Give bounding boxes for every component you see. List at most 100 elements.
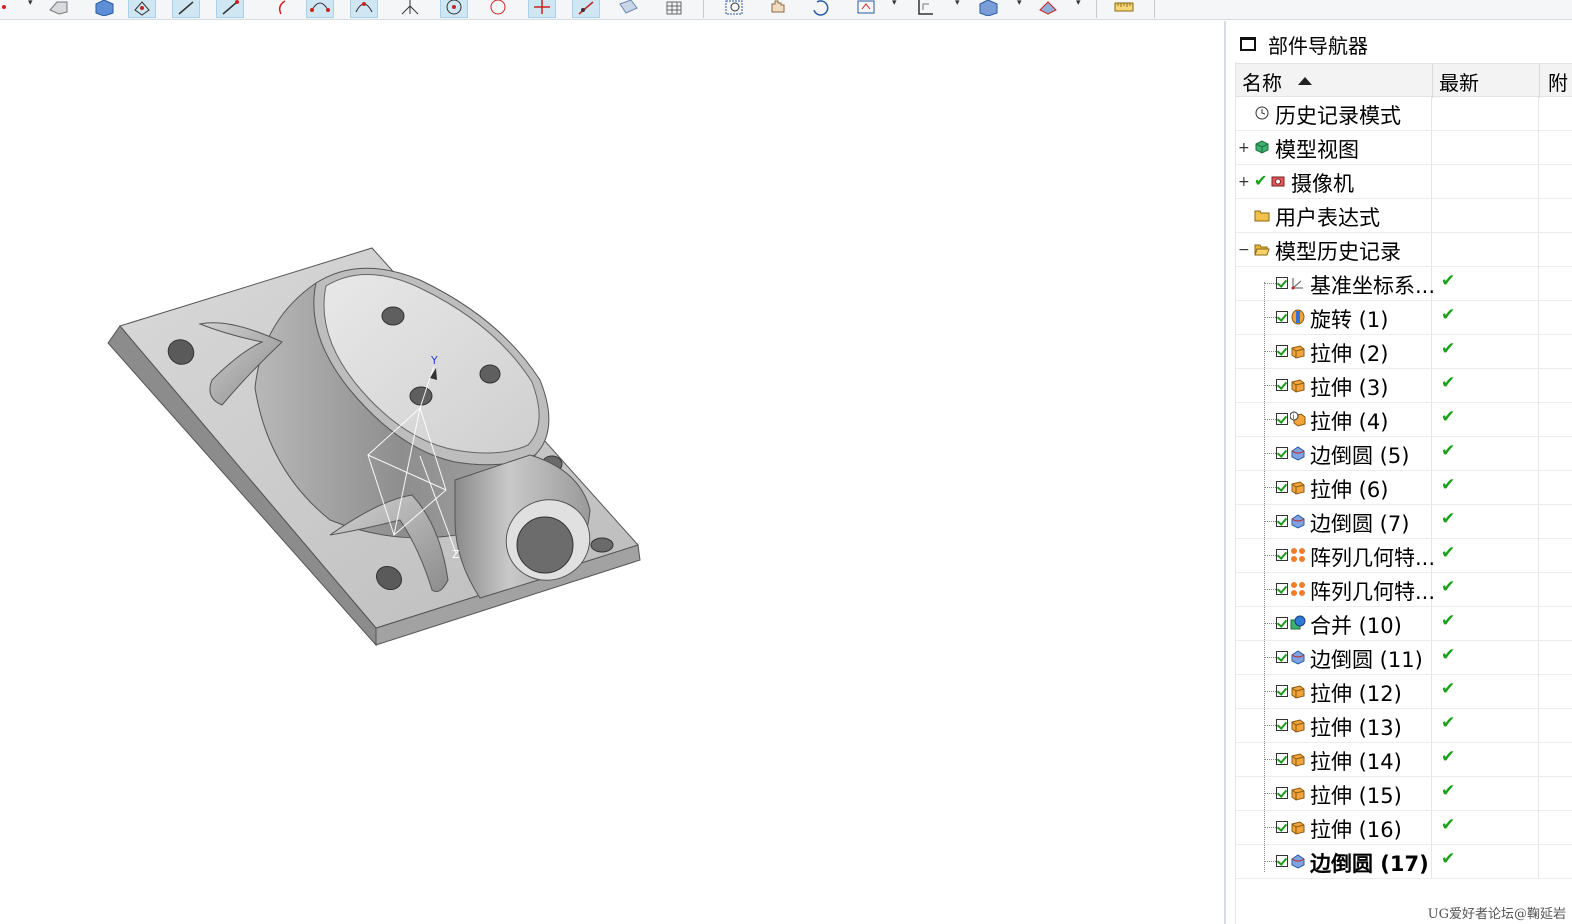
feature-row[interactable]: 拉伸 (13) ✔ <box>1236 709 1572 743</box>
feature-checkbox[interactable] <box>1276 345 1288 357</box>
rotate-icon[interactable] <box>806 0 834 18</box>
feature-row[interactable]: 拉伸 (15) ✔ <box>1236 777 1572 811</box>
feature-row[interactable]: 边倒圆 (7) ✔ <box>1236 505 1572 539</box>
feature-checkbox[interactable] <box>1276 753 1288 765</box>
tree-node[interactable]: 用户表达式 <box>1236 199 1572 233</box>
column-latest[interactable]: 最新 <box>1439 64 1539 98</box>
feature-checkbox[interactable] <box>1276 821 1288 833</box>
feature-row[interactable]: 拉伸 (14) ✔ <box>1236 743 1572 777</box>
feature-row[interactable]: 拉伸 (3) ✔ <box>1236 369 1572 403</box>
feature-checkbox[interactable] <box>1276 719 1288 731</box>
dropdown-arrow-icon[interactable]: ▾ <box>892 0 897 8</box>
feature-checkbox[interactable] <box>1276 583 1288 595</box>
latest-cell: ✔ <box>1433 437 1539 470</box>
line-icon[interactable] <box>172 0 200 18</box>
tree-node-label: 模型历史记录 <box>1275 240 1401 264</box>
fit-icon[interactable] <box>852 0 880 18</box>
feature-row[interactable]: 基准坐标系... ✔ <box>1236 267 1572 301</box>
cube-icon[interactable] <box>90 0 118 18</box>
sheet-icon[interactable] <box>614 0 642 18</box>
feature-checkbox[interactable] <box>1276 413 1288 425</box>
zoom-window-icon[interactable] <box>720 0 748 18</box>
block-icon[interactable] <box>44 0 72 18</box>
orient-icon[interactable] <box>912 0 940 18</box>
shaded-cube-icon[interactable] <box>974 0 1002 18</box>
tree-node[interactable]: 历史记录模式 <box>1236 97 1572 131</box>
cross-icon[interactable] <box>396 0 424 18</box>
latest-cell: ✔ <box>1433 335 1539 368</box>
window-icon[interactable] <box>1240 37 1256 51</box>
feature-checkbox[interactable] <box>1276 617 1288 629</box>
point-icon[interactable] <box>0 0 18 18</box>
circle-icon[interactable] <box>484 0 512 18</box>
grid-icon[interactable] <box>660 0 688 18</box>
circle-center-icon[interactable] <box>440 0 468 18</box>
feature-checkbox[interactable] <box>1276 481 1288 493</box>
ruler-icon[interactable] <box>1110 0 1138 18</box>
arc-icon[interactable] <box>270 0 298 18</box>
feature-row[interactable]: 边倒圆 (17) ✔ <box>1236 845 1572 879</box>
graphics-window[interactable]: Y Z <box>0 21 1224 924</box>
attached-cell <box>1540 743 1572 776</box>
snap-grid-icon[interactable] <box>128 0 156 18</box>
camera-icon <box>1270 173 1286 189</box>
feature-checkbox[interactable] <box>1276 379 1288 391</box>
curve-points-icon[interactable] <box>350 0 378 18</box>
feature-checkbox[interactable] <box>1276 447 1288 459</box>
curve-through-icon[interactable] <box>306 0 334 18</box>
feature-checkbox[interactable] <box>1276 311 1288 323</box>
feature-row[interactable]: 阵列几何特... ✔ <box>1236 573 1572 607</box>
tree-node[interactable]: + 模型视图 <box>1236 131 1572 165</box>
feature-row[interactable]: 拉伸 (2) ✔ <box>1236 335 1572 369</box>
render-icon[interactable] <box>1034 0 1062 18</box>
feature-row[interactable]: 边倒圆 (5) ✔ <box>1236 437 1572 471</box>
feature-checkbox[interactable] <box>1276 277 1288 289</box>
extrude-icon <box>1290 343 1306 359</box>
feature-row[interactable]: 拉伸 (12) ✔ <box>1236 675 1572 709</box>
latest-cell <box>1433 199 1539 232</box>
part-model[interactable]: Y Z <box>0 21 1224 924</box>
feature-checkbox[interactable] <box>1276 515 1288 527</box>
feature-row[interactable]: i 拉伸 (4) ✔ <box>1236 403 1572 437</box>
latest-check-icon: ✔ <box>1441 305 1456 325</box>
feature-checkbox[interactable] <box>1276 685 1288 697</box>
line-snap-icon[interactable] <box>216 0 244 18</box>
dropdown-arrow-icon[interactable]: ▾ <box>1076 0 1081 8</box>
column-name[interactable]: 名称 <box>1242 64 1432 98</box>
folder-open-icon <box>1254 241 1270 257</box>
name-cell: 边倒圆 (5) <box>1236 437 1432 470</box>
collapse-icon[interactable]: − <box>1238 243 1250 257</box>
dropdown-arrow-icon[interactable]: ▾ <box>1017 0 1022 8</box>
point-on-line-icon[interactable] <box>572 0 600 18</box>
column-attached[interactable]: 附 <box>1548 64 1572 98</box>
dropdown-arrow-icon[interactable]: ▾ <box>955 0 960 8</box>
extrude-icon <box>1290 479 1306 495</box>
feature-checkbox[interactable] <box>1276 855 1288 867</box>
expand-icon[interactable]: + <box>1238 141 1250 155</box>
pan-icon[interactable] <box>764 0 792 18</box>
name-cell: 阵列几何特... <box>1236 539 1435 572</box>
feature-row[interactable]: 拉伸 (16) ✔ <box>1236 811 1572 845</box>
feature-checkbox[interactable] <box>1276 549 1288 561</box>
tree-node[interactable]: + ✔ 摄像机 <box>1236 165 1572 199</box>
tree-guide-line <box>1264 282 1265 872</box>
feature-row[interactable]: 阵列几何特... ✔ <box>1236 539 1572 573</box>
feature-row[interactable]: 拉伸 (6) ✔ <box>1236 471 1572 505</box>
point-on-curve-icon[interactable] <box>528 0 556 18</box>
feature-checkbox[interactable] <box>1276 787 1288 799</box>
latest-cell: ✔ <box>1433 539 1539 572</box>
name-cell: 拉伸 (3) <box>1236 369 1432 402</box>
latest-check-icon: ✔ <box>1441 747 1456 767</box>
name-cell: + ✔ 摄像机 <box>1236 165 1432 198</box>
feature-checkbox[interactable] <box>1276 651 1288 663</box>
attached-cell <box>1540 165 1572 198</box>
expand-icon[interactable]: + <box>1238 175 1250 189</box>
feature-row[interactable]: 合并 (10) ✔ <box>1236 607 1572 641</box>
feature-row[interactable]: 边倒圆 (11) ✔ <box>1236 641 1572 675</box>
latest-cell: ✔ <box>1433 505 1539 538</box>
tree-node[interactable]: − 模型历史记录 <box>1236 233 1572 267</box>
feature-row[interactable]: 旋转 (1) ✔ <box>1236 301 1572 335</box>
name-cell: 合并 (10) <box>1236 607 1432 640</box>
feature-label: 拉伸 (4) <box>1310 410 1389 434</box>
dropdown-arrow-icon[interactable]: ▾ <box>28 0 33 8</box>
